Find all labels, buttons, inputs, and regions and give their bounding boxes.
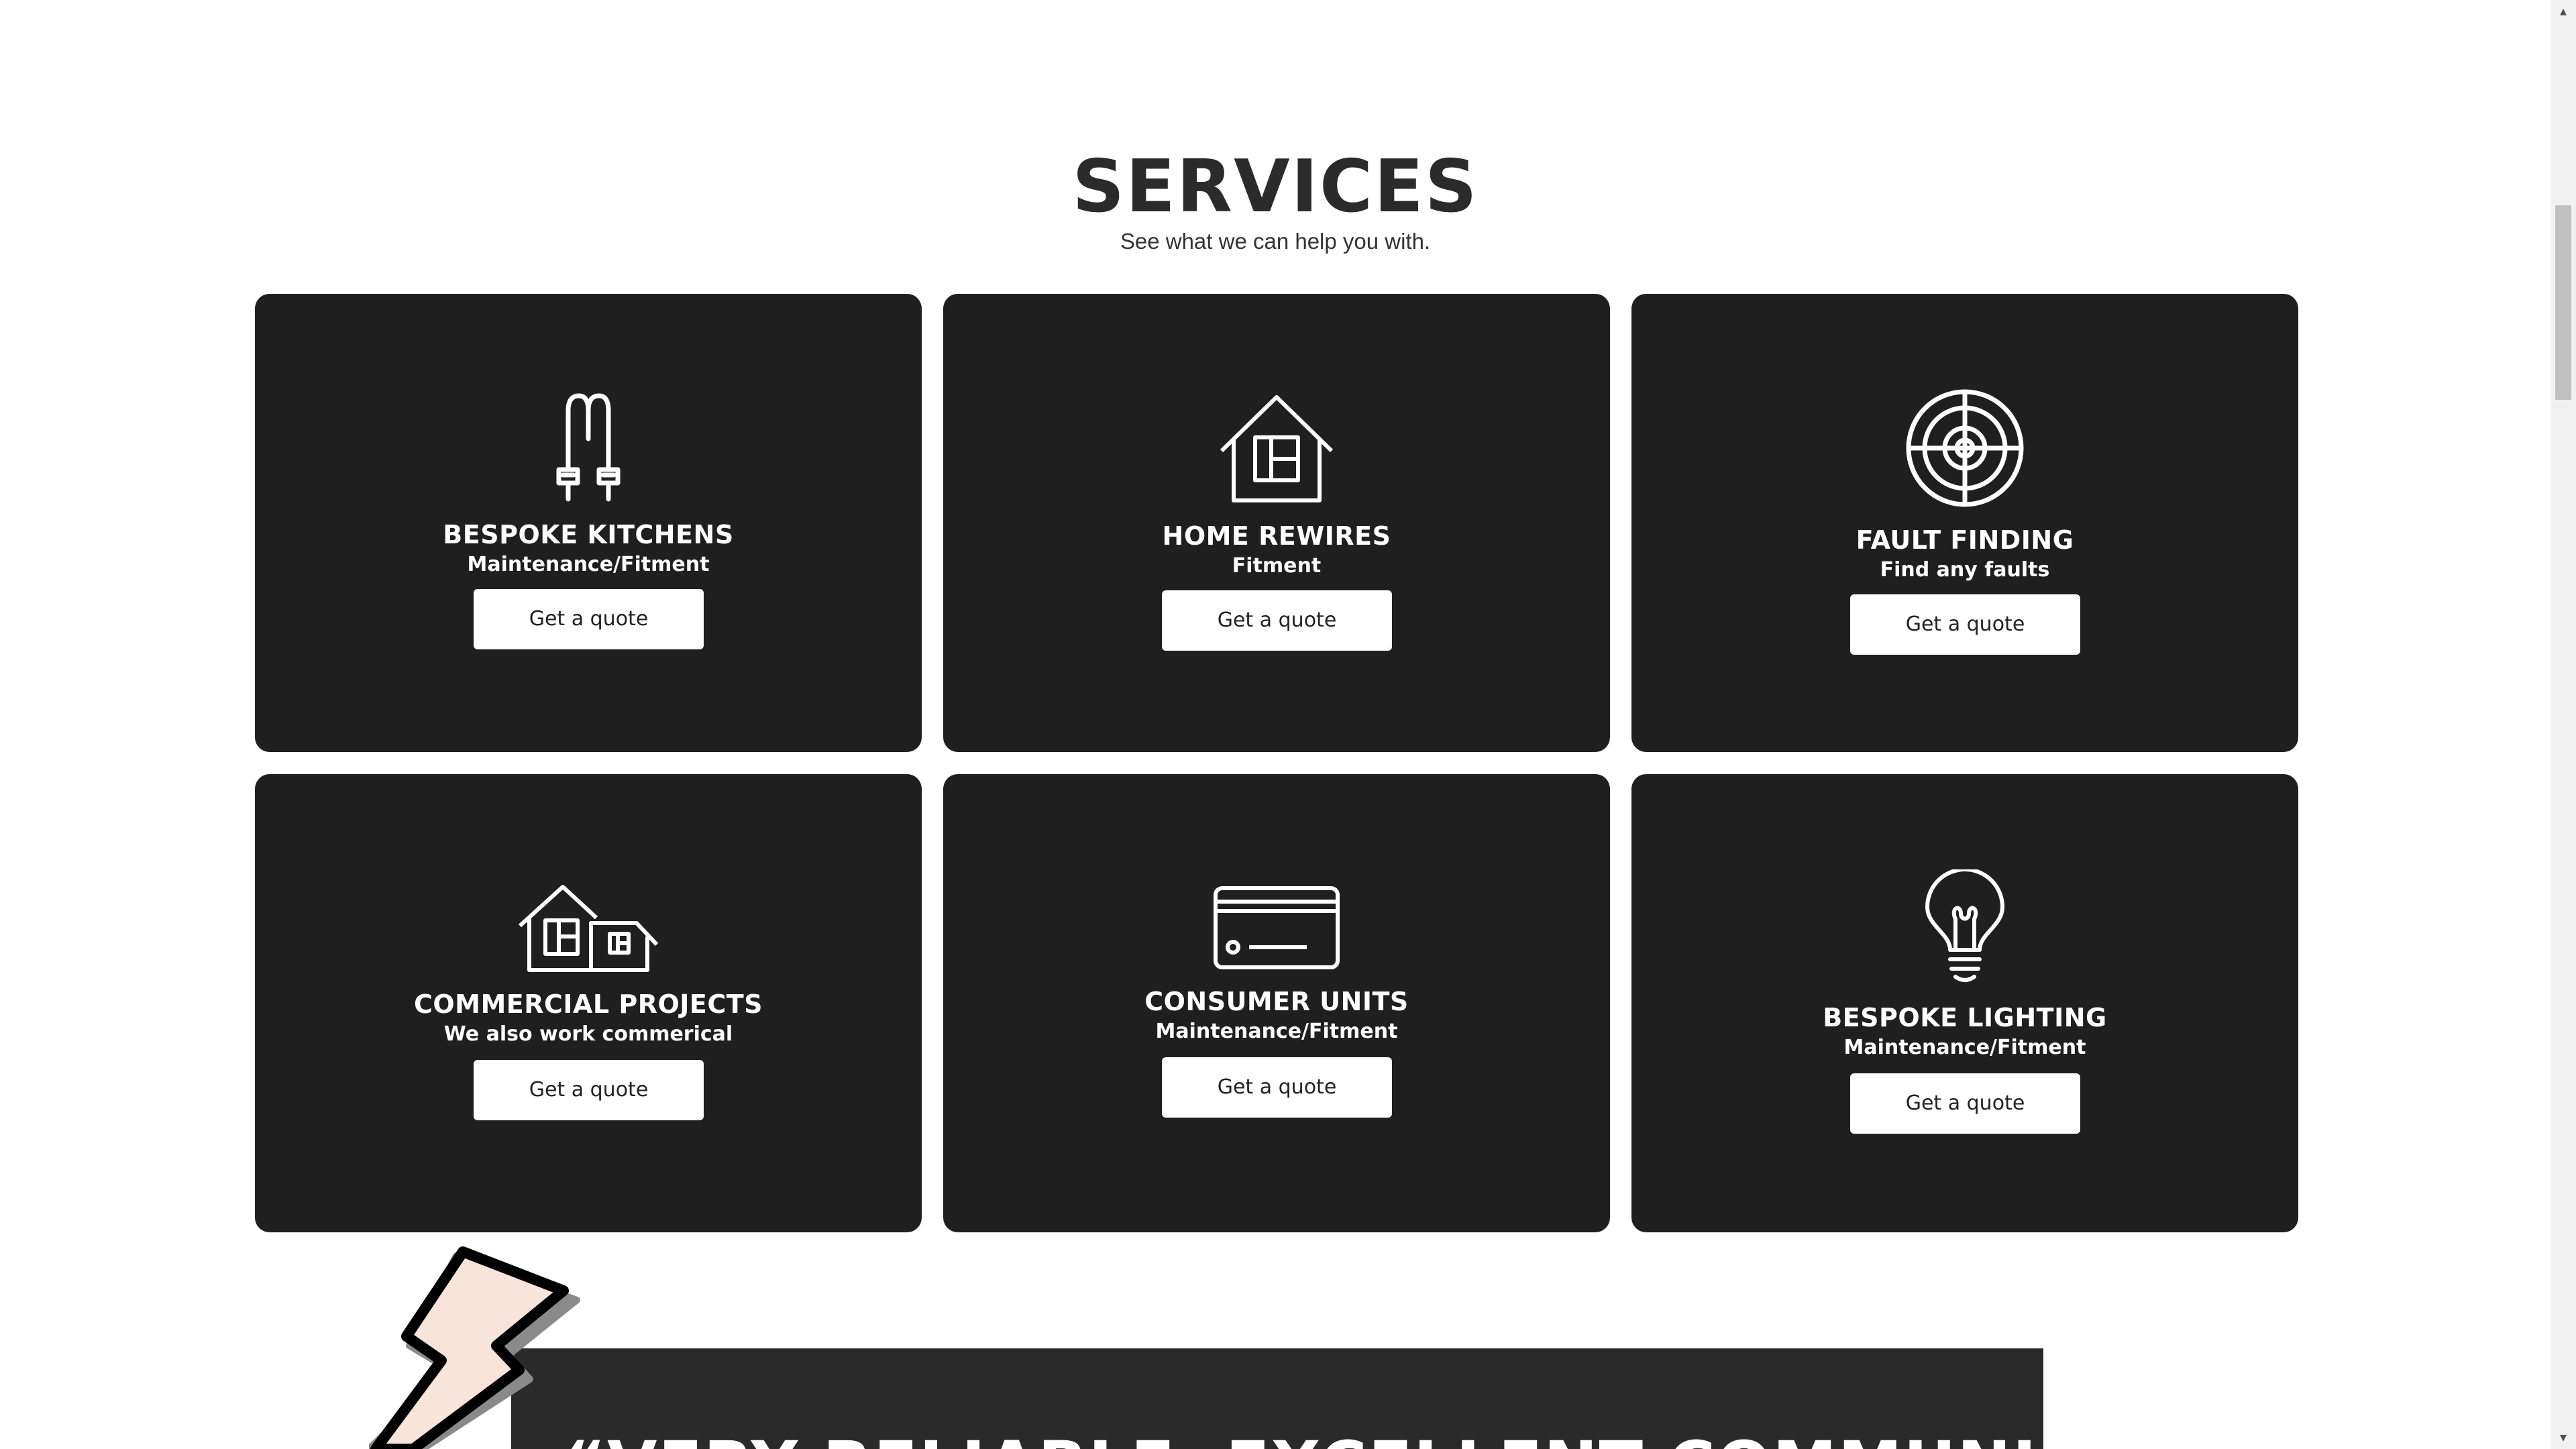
- card-subtitle: Find any faults: [1880, 558, 2050, 582]
- scrollbar-thumb[interactable]: [2555, 205, 2571, 400]
- card-subtitle: Maintenance/Fitment: [1843, 1036, 2086, 1059]
- consumer-unit-icon: [943, 885, 1610, 970]
- card-title: CONSUMER UNITS: [1144, 987, 1409, 1016]
- cable-icon: [255, 392, 922, 502]
- lightning-bolt-icon: [366, 1242, 584, 1449]
- card-title: BESPOKE KITCHENS: [443, 520, 734, 549]
- lightbulb-icon: [1631, 869, 2298, 986]
- buildings-icon: [255, 883, 922, 973]
- scrollbar[interactable]: ▴ ▾: [2551, 0, 2576, 1449]
- card-subtitle: Maintenance/Fitment: [467, 553, 710, 576]
- card-title: FAULT FINDING: [1856, 525, 2074, 555]
- card-subtitle: We also work commerical: [443, 1022, 733, 1046]
- get-a-quote-button[interactable]: Get a quote: [1850, 1073, 2080, 1134]
- get-a-quote-button[interactable]: Get a quote: [474, 589, 704, 649]
- get-a-quote-button[interactable]: Get a quote: [474, 1060, 704, 1120]
- scroll-up-arrow-icon[interactable]: ▴: [2551, 0, 2576, 23]
- services-title: SERVICES: [1072, 145, 1479, 229]
- service-card-bespoke-kitchens: BESPOKE KITCHENS Maintenance/Fitment Get…: [255, 294, 922, 752]
- page: SERVICES See what we can help you with. …: [0, 0, 2576, 1449]
- services-subtitle: See what we can help you with.: [1120, 229, 1431, 254]
- service-card-home-rewires: HOME REWIRES Fitment Get a quote: [943, 294, 1610, 752]
- card-title: BESPOKE LIGHTING: [1823, 1003, 2107, 1032]
- card-title: COMMERCIAL PROJECTS: [413, 989, 763, 1019]
- get-a-quote-button[interactable]: Get a quote: [1850, 594, 2080, 655]
- service-card-fault-finding: FAULT FINDING Find any faults Get a quot…: [1631, 294, 2298, 752]
- service-card-bespoke-lighting: BESPOKE LIGHTING Maintenance/Fitment Get…: [1631, 774, 2298, 1232]
- testimonial-banner: “VERY RELIABLE, EXCELLENT COMMUNICATION: [511, 1348, 2043, 1449]
- card-subtitle: Maintenance/Fitment: [1155, 1020, 1398, 1043]
- target-icon: [1631, 388, 2298, 508]
- card-subtitle: Fitment: [1232, 554, 1322, 578]
- card-title: HOME REWIRES: [1162, 521, 1391, 551]
- scroll-down-arrow-icon[interactable]: ▾: [2551, 1426, 2576, 1449]
- house-icon: [943, 393, 1610, 503]
- get-a-quote-button[interactable]: Get a quote: [1162, 590, 1392, 651]
- testimonial-text: “VERY RELIABLE, EXCELLENT COMMUNICATION: [564, 1428, 2043, 1449]
- service-card-consumer-units: CONSUMER UNITS Maintenance/Fitment Get a…: [943, 774, 1610, 1232]
- get-a-quote-button[interactable]: Get a quote: [1162, 1057, 1392, 1118]
- service-card-commercial-projects: COMMERCIAL PROJECTS We also work commeri…: [255, 774, 922, 1232]
